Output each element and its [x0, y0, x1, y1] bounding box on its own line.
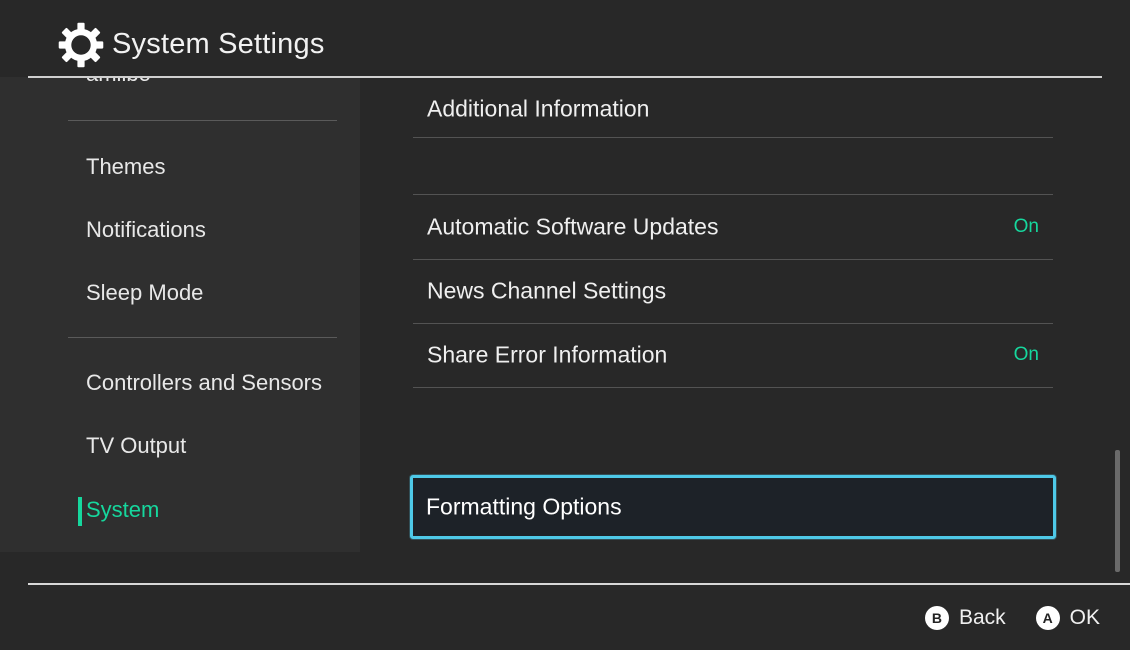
header: System Settings — [0, 0, 1130, 77]
button-badge-a: A — [1036, 606, 1060, 630]
setting-divider — [413, 387, 1053, 388]
sidebar-item-sleep-mode[interactable]: Sleep Mode — [0, 271, 360, 315]
setting-value: On — [1014, 216, 1039, 238]
setting-row-formatting-options[interactable]: Formatting Options — [410, 475, 1056, 539]
setting-value: On — [1014, 344, 1039, 366]
sidebar-item-label: System — [86, 497, 159, 523]
setting-label: News Channel Settings — [427, 278, 666, 305]
sidebar-item-system[interactable]: System — [0, 488, 360, 532]
gear-icon — [58, 22, 104, 68]
scrollbar-thumb[interactable] — [1115, 450, 1120, 572]
sidebar-item-label: Themes — [86, 154, 165, 180]
sidebar-selection-indicator — [78, 497, 82, 526]
hint-label: OK — [1070, 606, 1100, 630]
header-divider — [28, 76, 1102, 78]
sidebar-item-label: Controllers and Sensors — [86, 370, 322, 396]
hint-back[interactable]: B Back — [925, 606, 1006, 630]
setting-row-automatic-software-updates[interactable]: Automatic Software Updates On — [413, 195, 1053, 259]
setting-label: Additional Information — [427, 96, 649, 123]
sidebar-item-themes[interactable]: Themes — [0, 145, 360, 189]
button-badge-b: B — [925, 606, 949, 630]
sidebar: amiibo Themes Notifications Sleep Mode C… — [0, 0, 360, 552]
page-title: System Settings — [112, 28, 325, 61]
sidebar-item-label: TV Output — [86, 433, 186, 459]
button-hints: B Back A OK — [925, 585, 1130, 650]
settings-list: Additional Information Automatic Softwar… — [360, 77, 1130, 583]
setting-row-additional-information[interactable]: Additional Information — [413, 77, 1053, 141]
sidebar-item-label: Sleep Mode — [86, 280, 203, 306]
setting-divider — [413, 137, 1053, 138]
sidebar-item-controllers-and-sensors[interactable]: Controllers and Sensors — [0, 361, 360, 405]
sidebar-separator-1 — [68, 120, 337, 121]
setting-row-news-channel-settings[interactable]: News Channel Settings — [413, 259, 1053, 323]
setting-label: Automatic Software Updates — [427, 214, 718, 241]
sidebar-item-notifications[interactable]: Notifications — [0, 208, 360, 252]
setting-label: Formatting Options — [426, 494, 622, 521]
sidebar-item-tv-output[interactable]: TV Output — [0, 424, 360, 468]
hint-label: Back — [959, 606, 1006, 630]
setting-row-share-error-information[interactable]: Share Error Information On — [413, 323, 1053, 387]
system-settings-screen: amiibo Themes Notifications Sleep Mode C… — [0, 0, 1130, 650]
sidebar-separator-2 — [68, 337, 337, 338]
setting-label: Share Error Information — [427, 342, 667, 369]
sidebar-item-label: Notifications — [86, 217, 206, 243]
hint-ok[interactable]: A OK — [1036, 606, 1100, 630]
